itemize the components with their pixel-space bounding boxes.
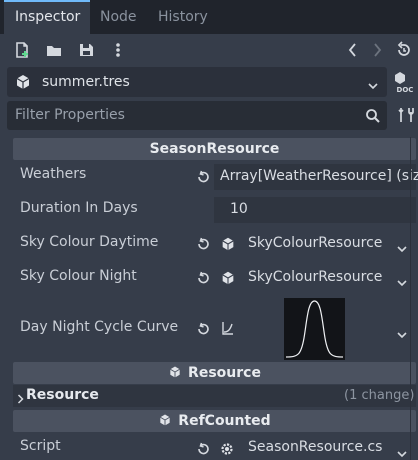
sky-daytime-value[interactable]: SkyColourResource — [248, 235, 382, 251]
curve-preview[interactable] — [284, 298, 345, 360]
weathers-array-button[interactable]: Array[WeatherResource] (siz — [214, 164, 418, 190]
duration-spinbox[interactable]: 10 — [214, 197, 416, 223]
chevron-down-icon[interactable] — [397, 327, 407, 339]
section-season-resource[interactable]: SeasonResource — [13, 138, 416, 160]
revert-icon[interactable] — [196, 237, 210, 251]
revert-icon[interactable] — [196, 322, 210, 336]
weathers-value: Array[WeatherResource] (siz — [220, 168, 418, 184]
prop-label-sky-daytime: Sky Colour Daytime — [20, 234, 159, 250]
script-gear-icon — [219, 441, 235, 460]
filter-placeholder: Filter Properties — [15, 107, 125, 123]
object-history-icon[interactable] — [394, 40, 414, 60]
more-menu-icon[interactable] — [108, 40, 128, 60]
section-resource[interactable]: Resource — [13, 362, 416, 384]
resource-cube-icon — [220, 236, 236, 256]
new-resource-icon[interactable] — [12, 40, 32, 60]
curve-icon — [221, 321, 235, 340]
tab-inspector[interactable]: Inspector — [4, 0, 90, 34]
prop-label-duration: Duration In Days — [20, 200, 138, 216]
tab-history[interactable]: History — [158, 0, 208, 34]
prop-label-sky-night: Sky Colour Night — [20, 268, 137, 284]
save-resource-icon[interactable] — [76, 40, 96, 60]
chevron-right-icon — [17, 392, 24, 408]
revert-icon[interactable] — [196, 170, 210, 184]
resource-group-label: Resource — [26, 387, 99, 403]
sky-night-value[interactable]: SkyColourResource — [248, 269, 382, 285]
revert-icon[interactable] — [196, 271, 210, 285]
prop-label-script: Script — [20, 438, 61, 454]
scrollbar-track[interactable] — [410, 137, 411, 460]
resource-selector[interactable]: summer.tres — [7, 67, 387, 97]
prop-label-day-night-curve: Day Night Cycle Curve — [20, 319, 179, 335]
duration-value: 10 — [230, 201, 248, 217]
resource-cube-icon — [14, 73, 32, 95]
search-icon — [365, 108, 381, 128]
section-ref-counted-label: RefCounted — [178, 413, 271, 429]
resource-cube-icon — [220, 270, 236, 290]
resource-group-row[interactable]: Resource (1 change) — [13, 385, 416, 407]
resource-name: summer.tres — [42, 74, 130, 90]
resource-cube-icon — [170, 366, 180, 378]
filter-properties-input[interactable]: Filter Properties — [7, 101, 387, 130]
section-resource-label: Resource — [188, 365, 261, 381]
revert-icon[interactable] — [196, 442, 210, 456]
history-forward-icon[interactable] — [367, 40, 387, 60]
open-documentation-button[interactable]: DOC — [394, 70, 416, 94]
chevron-down-icon[interactable] — [397, 275, 407, 287]
prop-label-weathers: Weathers — [20, 166, 87, 182]
load-resource-icon[interactable] — [44, 40, 64, 60]
chevron-down-icon[interactable] — [397, 241, 407, 253]
section-ref-counted[interactable]: RefCounted — [13, 410, 416, 432]
doc-label: DOC — [397, 86, 414, 94]
property-options-icon[interactable] — [396, 105, 416, 125]
script-value[interactable]: SeasonResource.cs — [248, 439, 382, 455]
chevron-down-icon — [368, 78, 378, 94]
tab-node[interactable]: Node — [100, 0, 137, 34]
ref-counted-cube-icon — [160, 414, 171, 426]
resource-changes-count: (1 change) — [344, 388, 415, 403]
dock-tab-bar: Inspector Node History — [0, 0, 418, 34]
chevron-down-icon[interactable] — [397, 446, 407, 458]
history-back-icon[interactable] — [343, 40, 363, 60]
